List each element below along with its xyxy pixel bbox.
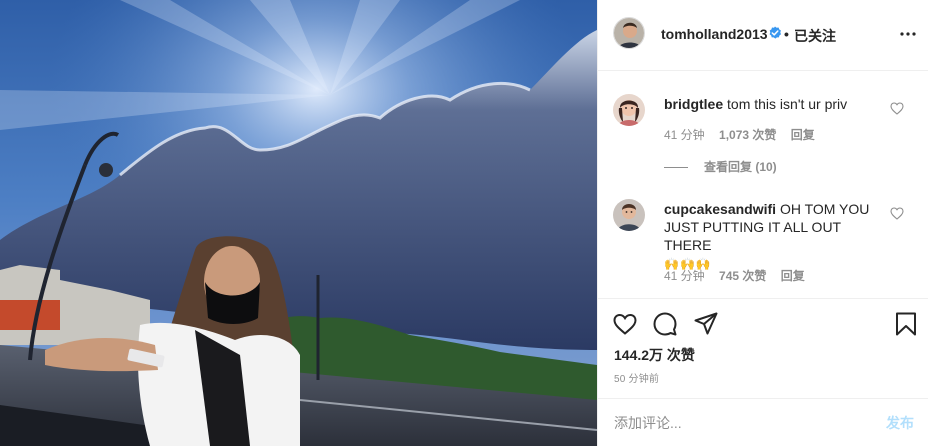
post-comment-button[interactable]: 发布	[886, 413, 914, 433]
comment-text: cupcakesandwifi OH TOM YOU JUST PUTTING …	[664, 200, 890, 273]
commenter-avatar-image	[613, 199, 645, 231]
comment-username[interactable]: cupcakesandwifi	[664, 201, 776, 217]
comment-like-heart-icon[interactable]	[890, 102, 904, 115]
heart-icon[interactable]	[612, 311, 638, 337]
comment-avatar[interactable]	[613, 199, 645, 231]
commenter-avatar-image	[613, 94, 645, 126]
header-separator: •	[784, 26, 789, 42]
bookmark-icon[interactable]	[893, 311, 919, 337]
comment-icon[interactable]	[652, 311, 678, 337]
comment-username[interactable]: bridgtlee	[664, 96, 723, 112]
comment-like-heart-icon[interactable]	[890, 207, 904, 220]
post-header: tomholland2013 • 已关注	[598, 0, 928, 71]
comment-composer: 发布	[598, 398, 928, 446]
more-options-icon[interactable]	[898, 26, 918, 42]
comment-time: 41 分钟	[664, 269, 705, 283]
share-icon[interactable]	[693, 311, 719, 337]
owner-avatar-image	[614, 18, 644, 48]
comment-avatar[interactable]	[613, 94, 645, 126]
comment-meta: 41 分钟 1,073 次赞 回复	[664, 126, 826, 143]
comments-list: bridgtlee tom this isn't ur priv 41 分钟 1…	[598, 72, 928, 298]
view-replies-line	[664, 167, 688, 169]
comment-body: tom this isn't ur priv	[727, 96, 848, 112]
comment-text: bridgtlee tom this isn't ur priv	[664, 95, 890, 113]
post-side-panel: tomholland2013 • 已关注 bridgtlee tom this …	[597, 0, 928, 446]
post-photo-illustration	[0, 0, 597, 446]
comment-likes[interactable]: 1,073 次赞	[719, 128, 776, 142]
post-actions: 144.2万 次赞 50 分钟前	[598, 298, 928, 398]
following-button[interactable]: 已关注	[794, 26, 836, 46]
add-comment-input[interactable]	[614, 413, 864, 433]
view-replies-label: 查看回复 (10)	[704, 160, 777, 174]
verified-badge-icon	[769, 26, 781, 39]
comment-meta: 41 分钟 745 次赞 回复	[664, 267, 816, 284]
comment-likes[interactable]: 745 次赞	[719, 269, 766, 283]
post-time-ago: 50 分钟前	[614, 374, 660, 385]
comment-reply-button[interactable]: 回复	[781, 269, 805, 283]
owner-avatar[interactable]	[613, 17, 645, 49]
owner-username[interactable]: tomholland2013	[661, 26, 768, 42]
view-replies-button[interactable]: 查看回复 (10)	[664, 158, 777, 175]
post-photo[interactable]	[0, 0, 597, 446]
comment-reply-button[interactable]: 回复	[791, 128, 815, 142]
comment-time: 41 分钟	[664, 128, 705, 142]
likes-count[interactable]: 144.2万 次赞	[614, 345, 695, 365]
